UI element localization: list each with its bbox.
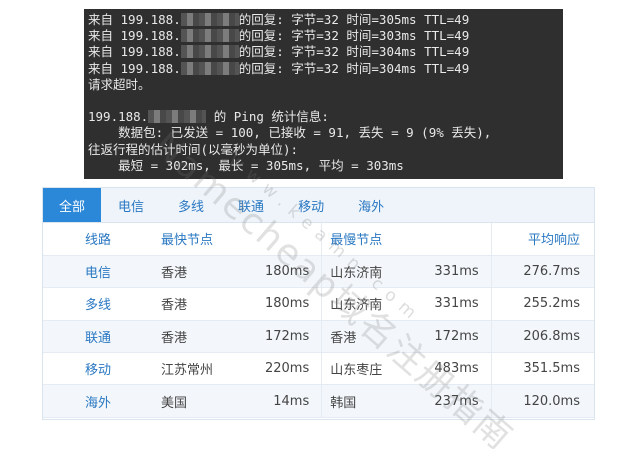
speed-test-panel: 全部 电信 多线 联通 移动 海外 线路 最快节点 最慢节点 平均响应 电信 香… [42, 187, 595, 420]
slow-node: 香港 [321, 320, 410, 354]
fast-ms: 180ms [239, 287, 322, 321]
avg-ms: 120.0ms [490, 384, 594, 418]
ping-reply-line: 来自 199.188. 的回复: 字节=32 时间=303ms TTL=49 [88, 28, 470, 44]
avg-ms: 276.7ms [490, 255, 594, 289]
ping-reply-line: 来自 199.188. 的回复: 字节=32 时间=305ms TTL=49 [88, 12, 470, 27]
row-line-link[interactable]: 海外 [43, 384, 153, 418]
fast-node: 香港 [153, 287, 240, 321]
slow-node: 山东枣庄 [321, 352, 410, 386]
redacted-ip-mask [180, 13, 239, 26]
table-header-row: 线路 最快节点 最慢节点 平均响应 [43, 223, 594, 256]
fast-node: 江苏常州 [153, 352, 240, 386]
table-row: 海外 美国 14ms 韩国 237ms 120.0ms [43, 384, 594, 418]
row-line-link[interactable]: 联通 [43, 320, 153, 354]
slow-ms: 331ms [409, 255, 492, 289]
tab-telecom[interactable]: 电信 [101, 188, 161, 222]
header-fastest: 最快节点 [153, 223, 240, 256]
table-row: 电信 香港 180ms 山东济南 331ms 276.7ms [43, 255, 594, 289]
fast-ms: 172ms [239, 320, 322, 354]
fast-ms: 220ms [239, 352, 322, 386]
tab-multiline[interactable]: 多线 [161, 188, 221, 222]
ping-timeout-line: 请求超时。 [88, 76, 151, 92]
table-row: 多线 香港 180ms 山东济南 331ms 255.2ms [43, 287, 594, 321]
speed-results-table: 线路 最快节点 最慢节点 平均响应 电信 香港 180ms 山东济南 331ms… [43, 223, 594, 418]
slow-ms: 237ms [409, 384, 492, 418]
tab-all[interactable]: 全部 [43, 188, 102, 222]
avg-ms: 255.2ms [490, 287, 594, 321]
isp-tab-bar: 全部 电信 多线 联通 移动 海外 [43, 188, 594, 223]
row-line-link[interactable]: 多线 [43, 287, 153, 321]
tab-overseas[interactable]: 海外 [341, 188, 401, 222]
ping-reply-line: 来自 199.188. 的回复: 字节=32 时间=304ms TTL=49 [88, 60, 470, 76]
ping-rtt-title: 往返行程的估计时间(以毫秒为单位): [88, 141, 299, 157]
header-line: 线路 [43, 223, 153, 256]
ping-stats-title: 199.188. 的 Ping 统计信息: [88, 109, 329, 125]
slow-node: 韩国 [321, 384, 410, 418]
redacted-ip-mask [180, 61, 239, 75]
slow-ms: 483ms [409, 352, 492, 386]
redacted-ip-mask [180, 29, 239, 43]
row-line-link[interactable]: 电信 [43, 255, 153, 289]
fast-node: 香港 [153, 320, 240, 354]
tab-unicom[interactable]: 联通 [221, 188, 281, 222]
avg-ms: 206.8ms [490, 320, 594, 354]
table-row: 移动 江苏常州 220ms 山东枣庄 483ms 351.5ms [43, 352, 594, 386]
avg-ms: 351.5ms [490, 352, 594, 386]
fast-ms: 14ms [239, 384, 322, 418]
ping-packets-line: 数据包: 已发送 = 100, 已接收 = 91, 丢失 = 9 (9% 丢失)… [88, 125, 492, 141]
redacted-ip-mask [148, 110, 207, 124]
slow-node: 山东济南 [321, 255, 410, 289]
slow-ms: 331ms [409, 287, 492, 321]
row-line-link[interactable]: 移动 [43, 352, 153, 386]
header-avg: 平均响应 [490, 223, 594, 256]
fast-node: 美国 [153, 384, 240, 418]
slow-ms: 172ms [409, 320, 492, 354]
fast-node: 香港 [153, 255, 240, 289]
table-row: 联通 香港 172ms 香港 172ms 206.8ms [43, 320, 594, 354]
ping-reply-line: 来自 199.188. 的回复: 字节=32 时间=304ms TTL=49 [88, 44, 470, 60]
ping-terminal-output: 来自 199.188. 的回复: 字节=32 时间=305ms TTL=49 来自… [84, 9, 563, 179]
fast-ms: 180ms [239, 255, 322, 289]
ping-rtt-line: 最短 = 302ms, 最长 = 305ms, 平均 = 303ms [88, 157, 404, 173]
tab-mobile[interactable]: 移动 [281, 188, 341, 222]
header-slowest: 最慢节点 [321, 223, 410, 256]
slow-node: 山东济南 [321, 287, 410, 321]
redacted-ip-mask [180, 45, 239, 59]
